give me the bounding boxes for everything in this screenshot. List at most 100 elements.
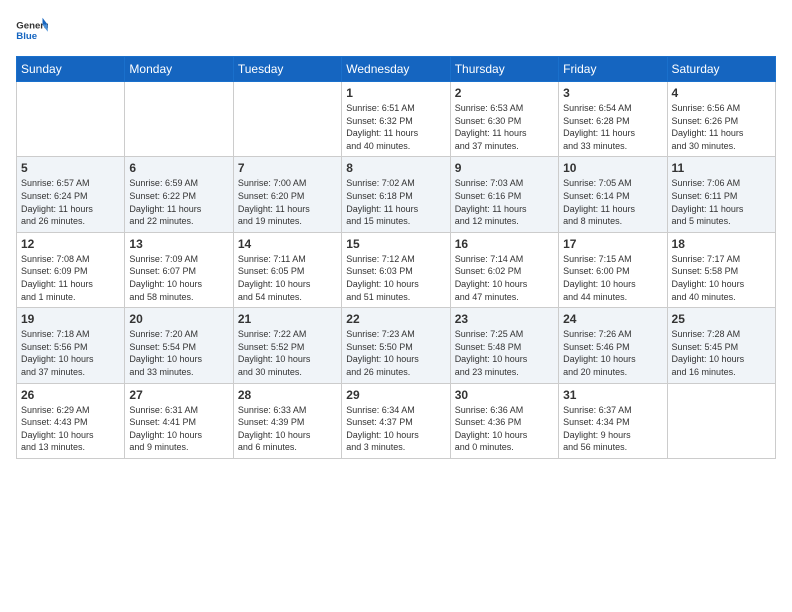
calendar-cell: 15 Sunrise: 7:12 AM Sunset: 6:03 PM Dayli… [342,232,450,307]
day-info: Sunrise: 7:20 AM Sunset: 5:54 PM Dayligh… [129,328,228,378]
day-number: 2 [455,86,554,100]
svg-text:Blue: Blue [16,31,37,42]
day-number: 14 [238,237,337,251]
calendar-cell: 19 Sunrise: 7:18 AM Sunset: 5:56 PM Dayli… [17,308,125,383]
day-number: 13 [129,237,228,251]
day-number: 18 [672,237,771,251]
day-info: Sunrise: 7:25 AM Sunset: 5:48 PM Dayligh… [455,328,554,378]
day-info: Sunrise: 6:33 AM Sunset: 4:39 PM Dayligh… [238,404,337,454]
calendar-cell: 30 Sunrise: 6:36 AM Sunset: 4:36 PM Dayli… [450,383,558,458]
day-of-week-header: Wednesday [342,57,450,82]
day-info: Sunrise: 7:02 AM Sunset: 6:18 PM Dayligh… [346,177,445,227]
calendar-cell: 16 Sunrise: 7:14 AM Sunset: 6:02 PM Dayli… [450,232,558,307]
day-info: Sunrise: 6:53 AM Sunset: 6:30 PM Dayligh… [455,102,554,152]
day-info: Sunrise: 6:37 AM Sunset: 4:34 PM Dayligh… [563,404,662,454]
day-info: Sunrise: 6:29 AM Sunset: 4:43 PM Dayligh… [21,404,120,454]
day-info: Sunrise: 7:28 AM Sunset: 5:45 PM Dayligh… [672,328,771,378]
calendar-cell [233,82,341,157]
day-number: 24 [563,312,662,326]
calendar-cell: 25 Sunrise: 7:28 AM Sunset: 5:45 PM Dayli… [667,308,775,383]
day-info: Sunrise: 7:18 AM Sunset: 5:56 PM Dayligh… [21,328,120,378]
calendar-cell: 23 Sunrise: 7:25 AM Sunset: 5:48 PM Dayli… [450,308,558,383]
logo-icon: General Blue [16,16,48,44]
calendar-cell: 3 Sunrise: 6:54 AM Sunset: 6:28 PM Daylig… [559,82,667,157]
day-number: 6 [129,161,228,175]
day-info: Sunrise: 6:34 AM Sunset: 4:37 PM Dayligh… [346,404,445,454]
calendar-header-row: SundayMondayTuesdayWednesdayThursdayFrid… [17,57,776,82]
day-number: 26 [21,388,120,402]
day-info: Sunrise: 7:12 AM Sunset: 6:03 PM Dayligh… [346,253,445,303]
calendar-cell: 18 Sunrise: 7:17 AM Sunset: 5:58 PM Dayli… [667,232,775,307]
logo: General Blue [16,16,48,44]
day-info: Sunrise: 7:26 AM Sunset: 5:46 PM Dayligh… [563,328,662,378]
calendar-cell: 4Sunrise: 6:56 AM Sunset: 6:26 PM Daylig… [667,82,775,157]
calendar-cell: 14 Sunrise: 7:11 AM Sunset: 6:05 PM Dayli… [233,232,341,307]
day-of-week-header: Sunday [17,57,125,82]
day-number: 10 [563,161,662,175]
day-number: 19 [21,312,120,326]
day-number: 17 [563,237,662,251]
day-number: 15 [346,237,445,251]
calendar-cell: 5Sunrise: 6:57 AM Sunset: 6:24 PM Daylig… [17,157,125,232]
calendar-cell: 24 Sunrise: 7:26 AM Sunset: 5:46 PM Dayli… [559,308,667,383]
day-info: Sunrise: 7:15 AM Sunset: 6:00 PM Dayligh… [563,253,662,303]
day-info: Sunrise: 6:56 AM Sunset: 6:26 PM Dayligh… [672,102,771,152]
day-number: 3 [563,86,662,100]
calendar-cell: 31 Sunrise: 6:37 AM Sunset: 4:34 PM Dayli… [559,383,667,458]
day-number: 22 [346,312,445,326]
day-number: 20 [129,312,228,326]
day-info: Sunrise: 7:08 AM Sunset: 6:09 PM Dayligh… [21,253,120,303]
day-number: 30 [455,388,554,402]
day-number: 28 [238,388,337,402]
calendar-cell [667,383,775,458]
day-number: 11 [672,161,771,175]
calendar-cell: 11Sunrise: 7:06 AM Sunset: 6:11 PM Dayli… [667,157,775,232]
day-info: Sunrise: 7:03 AM Sunset: 6:16 PM Dayligh… [455,177,554,227]
calendar-cell: 17 Sunrise: 7:15 AM Sunset: 6:00 PM Dayli… [559,232,667,307]
page-header: General Blue [16,16,776,44]
calendar-cell: 21 Sunrise: 7:22 AM Sunset: 5:52 PM Dayli… [233,308,341,383]
calendar-week-row: 12 Sunrise: 7:08 AM Sunset: 6:09 PM Dayli… [17,232,776,307]
day-info: Sunrise: 7:17 AM Sunset: 5:58 PM Dayligh… [672,253,771,303]
calendar-cell: 27Sunrise: 6:31 AM Sunset: 4:41 PM Dayli… [125,383,233,458]
day-number: 23 [455,312,554,326]
calendar-week-row: 19 Sunrise: 7:18 AM Sunset: 5:56 PM Dayli… [17,308,776,383]
day-number: 12 [21,237,120,251]
day-info: Sunrise: 6:36 AM Sunset: 4:36 PM Dayligh… [455,404,554,454]
calendar-cell: 13 Sunrise: 7:09 AM Sunset: 6:07 PM Dayli… [125,232,233,307]
day-info: Sunrise: 7:11 AM Sunset: 6:05 PM Dayligh… [238,253,337,303]
day-number: 16 [455,237,554,251]
day-info: Sunrise: 7:14 AM Sunset: 6:02 PM Dayligh… [455,253,554,303]
day-of-week-header: Thursday [450,57,558,82]
calendar-cell: 12 Sunrise: 7:08 AM Sunset: 6:09 PM Dayli… [17,232,125,307]
calendar-cell: 20 Sunrise: 7:20 AM Sunset: 5:54 PM Dayli… [125,308,233,383]
calendar-cell [125,82,233,157]
calendar-table: SundayMondayTuesdayWednesdayThursdayFrid… [16,56,776,459]
calendar-cell: 22Sunrise: 7:23 AM Sunset: 5:50 PM Dayli… [342,308,450,383]
calendar-cell: 10Sunrise: 7:05 AM Sunset: 6:14 PM Dayli… [559,157,667,232]
day-info: Sunrise: 6:51 AM Sunset: 6:32 PM Dayligh… [346,102,445,152]
day-number: 25 [672,312,771,326]
day-info: Sunrise: 7:22 AM Sunset: 5:52 PM Dayligh… [238,328,337,378]
day-number: 29 [346,388,445,402]
day-info: Sunrise: 7:09 AM Sunset: 6:07 PM Dayligh… [129,253,228,303]
day-of-week-header: Saturday [667,57,775,82]
day-of-week-header: Friday [559,57,667,82]
day-info: Sunrise: 6:54 AM Sunset: 6:28 PM Dayligh… [563,102,662,152]
calendar-cell: 28 Sunrise: 6:33 AM Sunset: 4:39 PM Dayli… [233,383,341,458]
day-info: Sunrise: 7:00 AM Sunset: 6:20 PM Dayligh… [238,177,337,227]
calendar-cell [17,82,125,157]
day-number: 9 [455,161,554,175]
day-number: 1 [346,86,445,100]
day-info: Sunrise: 6:57 AM Sunset: 6:24 PM Dayligh… [21,177,120,227]
calendar-cell: 8 Sunrise: 7:02 AM Sunset: 6:18 PM Daylig… [342,157,450,232]
day-of-week-header: Monday [125,57,233,82]
calendar-week-row: 1 Sunrise: 6:51 AM Sunset: 6:32 PM Daylig… [17,82,776,157]
day-number: 21 [238,312,337,326]
day-info: Sunrise: 6:59 AM Sunset: 6:22 PM Dayligh… [129,177,228,227]
day-info: Sunrise: 6:31 AM Sunset: 4:41 PM Dayligh… [129,404,228,454]
calendar-cell: 1 Sunrise: 6:51 AM Sunset: 6:32 PM Daylig… [342,82,450,157]
day-number: 8 [346,161,445,175]
calendar-cell: 29 Sunrise: 6:34 AM Sunset: 4:37 PM Dayli… [342,383,450,458]
day-number: 31 [563,388,662,402]
